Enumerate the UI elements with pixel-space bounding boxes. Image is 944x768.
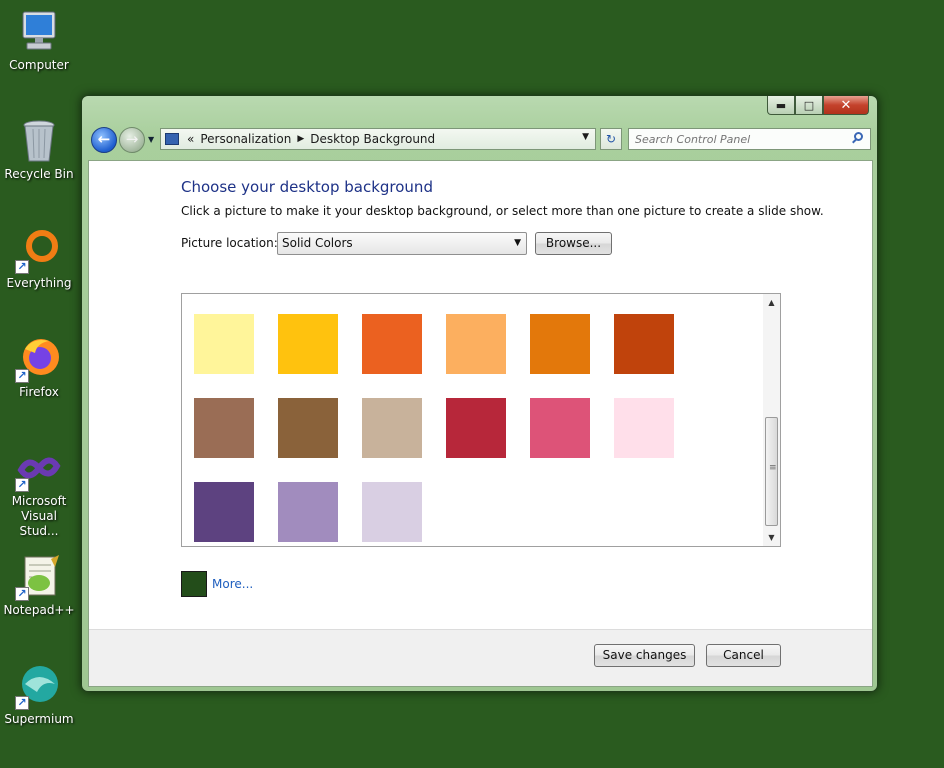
color-swatch[interactable]	[278, 398, 338, 458]
supermium-icon: ↗	[15, 662, 63, 710]
desktop-icon-firefox[interactable]: ↗ Firefox	[2, 335, 76, 400]
breadcrumb-desktop-background[interactable]: Desktop Background	[310, 132, 435, 146]
desktop-icon-label: Supermium	[4, 712, 74, 726]
color-swatch[interactable]	[362, 482, 422, 542]
recycle-bin-icon	[15, 117, 63, 165]
desktop-icon-visual-studio[interactable]: ↗ Microsoft Visual Stud...	[2, 444, 76, 539]
breadcrumb-personalization[interactable]: Personalization	[200, 132, 291, 146]
picture-location-label: Picture location:	[181, 236, 278, 250]
gallery-scrollbar[interactable]: ▲ ≡ ▼	[763, 294, 780, 546]
breadcrumb-separator-icon[interactable]: ▶	[297, 134, 304, 144]
forward-button[interactable]: →	[119, 127, 145, 153]
color-swatch[interactable]	[194, 398, 254, 458]
color-swatch[interactable]	[362, 398, 422, 458]
close-button[interactable]: ✕	[823, 96, 869, 115]
color-swatch[interactable]	[614, 314, 674, 374]
shortcut-arrow-icon: ↗	[15, 369, 29, 383]
desktop-icon-label: Microsoft Visual Stud...	[11, 494, 67, 538]
content-pane: Choose your desktop background Click a p…	[88, 160, 873, 687]
shortcut-arrow-icon: ↗	[15, 587, 29, 601]
control-panel-icon	[165, 133, 179, 145]
address-dropdown-icon[interactable]: ▼	[582, 132, 589, 142]
refresh-button[interactable]: ↻	[600, 128, 622, 150]
address-bar[interactable]: « Personalization ▶ Desktop Background ▼	[160, 128, 596, 150]
color-swatch[interactable]	[446, 398, 506, 458]
desktop-icon-label: Recycle Bin	[4, 167, 74, 181]
everything-icon: ↗	[15, 226, 63, 274]
save-changes-button[interactable]: Save changes	[594, 644, 695, 667]
current-color-swatch	[181, 571, 207, 597]
desktop-background-window: ▬ □ ✕ ← → ▼ « Personalization ▶ Desktop …	[81, 95, 878, 692]
color-swatch[interactable]	[614, 398, 674, 458]
desktop-icon-notepad-plus-plus[interactable]: ↗ Notepad++	[2, 553, 76, 618]
maximize-icon: □	[803, 98, 815, 112]
desktop-icon-label: Notepad++	[3, 603, 75, 617]
refresh-icon: ↻	[605, 132, 617, 146]
back-arrow-icon: ←	[97, 130, 111, 148]
color-gallery: ▲ ≡ ▼	[181, 293, 781, 547]
color-swatch[interactable]	[194, 314, 254, 374]
desktop-icon-label: Computer	[9, 58, 69, 72]
close-icon: ✕	[840, 97, 852, 113]
visual-studio-icon: ↗	[15, 444, 63, 492]
firefox-icon: ↗	[15, 335, 63, 383]
desktop-icon-label: Everything	[6, 276, 72, 290]
color-swatch[interactable]	[278, 314, 338, 374]
picture-location-value: Solid Colors	[282, 236, 353, 250]
computer-icon	[15, 8, 63, 56]
back-button[interactable]: ←	[91, 127, 117, 153]
color-swatch[interactable]	[362, 314, 422, 374]
browse-button[interactable]: Browse...	[535, 232, 612, 255]
page-instructions: Click a picture to make it your desktop …	[181, 204, 824, 218]
color-swatch[interactable]	[530, 314, 590, 374]
desktop-icon-everything[interactable]: ↗ Everything	[2, 226, 76, 291]
color-swatch[interactable]	[278, 482, 338, 542]
footer-bar: Save changes Cancel	[89, 629, 872, 686]
scroll-thumb[interactable]: ≡	[765, 417, 778, 526]
shortcut-arrow-icon: ↗	[15, 696, 29, 710]
caption-buttons: ▬ □ ✕	[767, 96, 869, 116]
cancel-button[interactable]: Cancel	[706, 644, 781, 667]
desktop-icon-label: Firefox	[19, 385, 59, 399]
navigation-bar: ← → ▼ « Personalization ▶ Desktop Backgr…	[88, 126, 871, 154]
desktop-icon-supermium[interactable]: ↗ Supermium	[2, 662, 76, 727]
notepad-plus-plus-icon: ↗	[15, 553, 63, 601]
color-swatch[interactable]	[194, 482, 254, 542]
more-colors-link[interactable]: More...	[212, 577, 253, 591]
picture-location-select[interactable]: Solid Colors ▼	[277, 232, 527, 255]
chevron-down-icon: ▼	[514, 238, 521, 248]
scroll-down-icon[interactable]: ▼	[763, 529, 780, 546]
maximize-button[interactable]: □	[795, 96, 823, 115]
minimize-icon: ▬	[775, 98, 787, 112]
scroll-up-icon[interactable]: ▲	[763, 294, 780, 311]
search-input[interactable]	[628, 128, 871, 150]
minimize-button[interactable]: ▬	[767, 96, 795, 115]
grip-icon: ≡	[769, 463, 777, 473]
overflow-chevron-icon[interactable]: «	[187, 132, 194, 146]
desktop-icon-computer[interactable]: Computer	[2, 8, 76, 73]
color-swatch[interactable]	[530, 398, 590, 458]
color-swatch[interactable]	[446, 314, 506, 374]
search-icon[interactable]	[854, 132, 863, 141]
page-title: Choose your desktop background	[181, 178, 433, 196]
shortcut-arrow-icon: ↗	[15, 478, 29, 492]
shortcut-arrow-icon: ↗	[15, 260, 29, 274]
recent-pages-button[interactable]: ▼	[148, 135, 154, 144]
chevron-down-icon: ▼	[148, 135, 155, 144]
desktop-icon-recycle-bin[interactable]: Recycle Bin	[2, 117, 76, 182]
forward-arrow-icon: →	[125, 130, 139, 148]
